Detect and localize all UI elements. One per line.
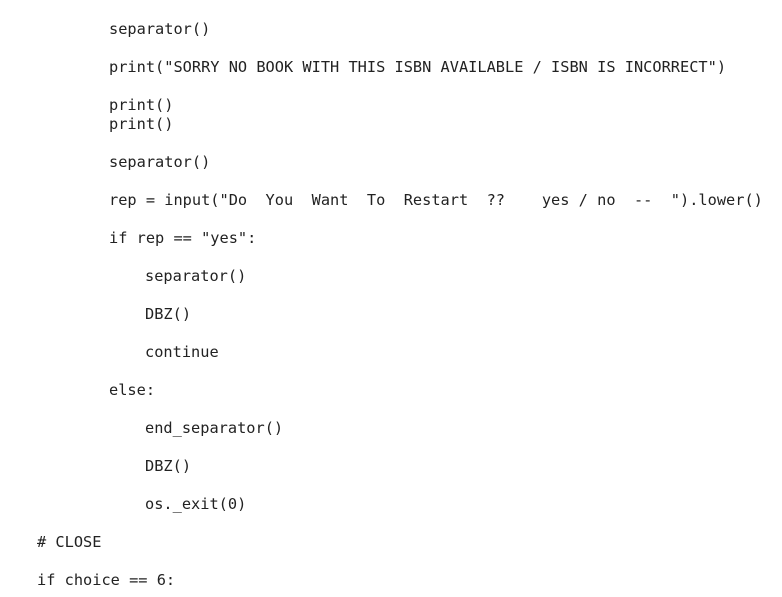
code-line: DBZ() — [145, 305, 192, 323]
code-line: os._exit(0) — [145, 495, 247, 513]
code-line: rep = input("Do You Want To Restart ?? y… — [109, 191, 763, 209]
code-line: else: — [109, 381, 156, 399]
code-line: if rep == "yes": — [109, 229, 257, 247]
code-comment: # CLOSE — [37, 533, 102, 551]
code-line: end_separator() — [145, 419, 284, 437]
code-line: print("SORRY NO BOOK WITH THIS ISBN AVAI… — [109, 58, 727, 76]
code-line: DBZ() — [145, 457, 192, 475]
code-line: separator() — [109, 20, 211, 38]
code-line: separator() — [109, 153, 211, 171]
code-block: separator() print("SORRY NO BOOK WITH TH… — [0, 0, 782, 597]
code-line: separator() — [145, 267, 247, 285]
code-line: if choice == 6: — [37, 571, 176, 589]
code-line: continue — [145, 343, 219, 361]
code-line: print() — [109, 115, 174, 133]
code-line: print() — [109, 96, 174, 114]
